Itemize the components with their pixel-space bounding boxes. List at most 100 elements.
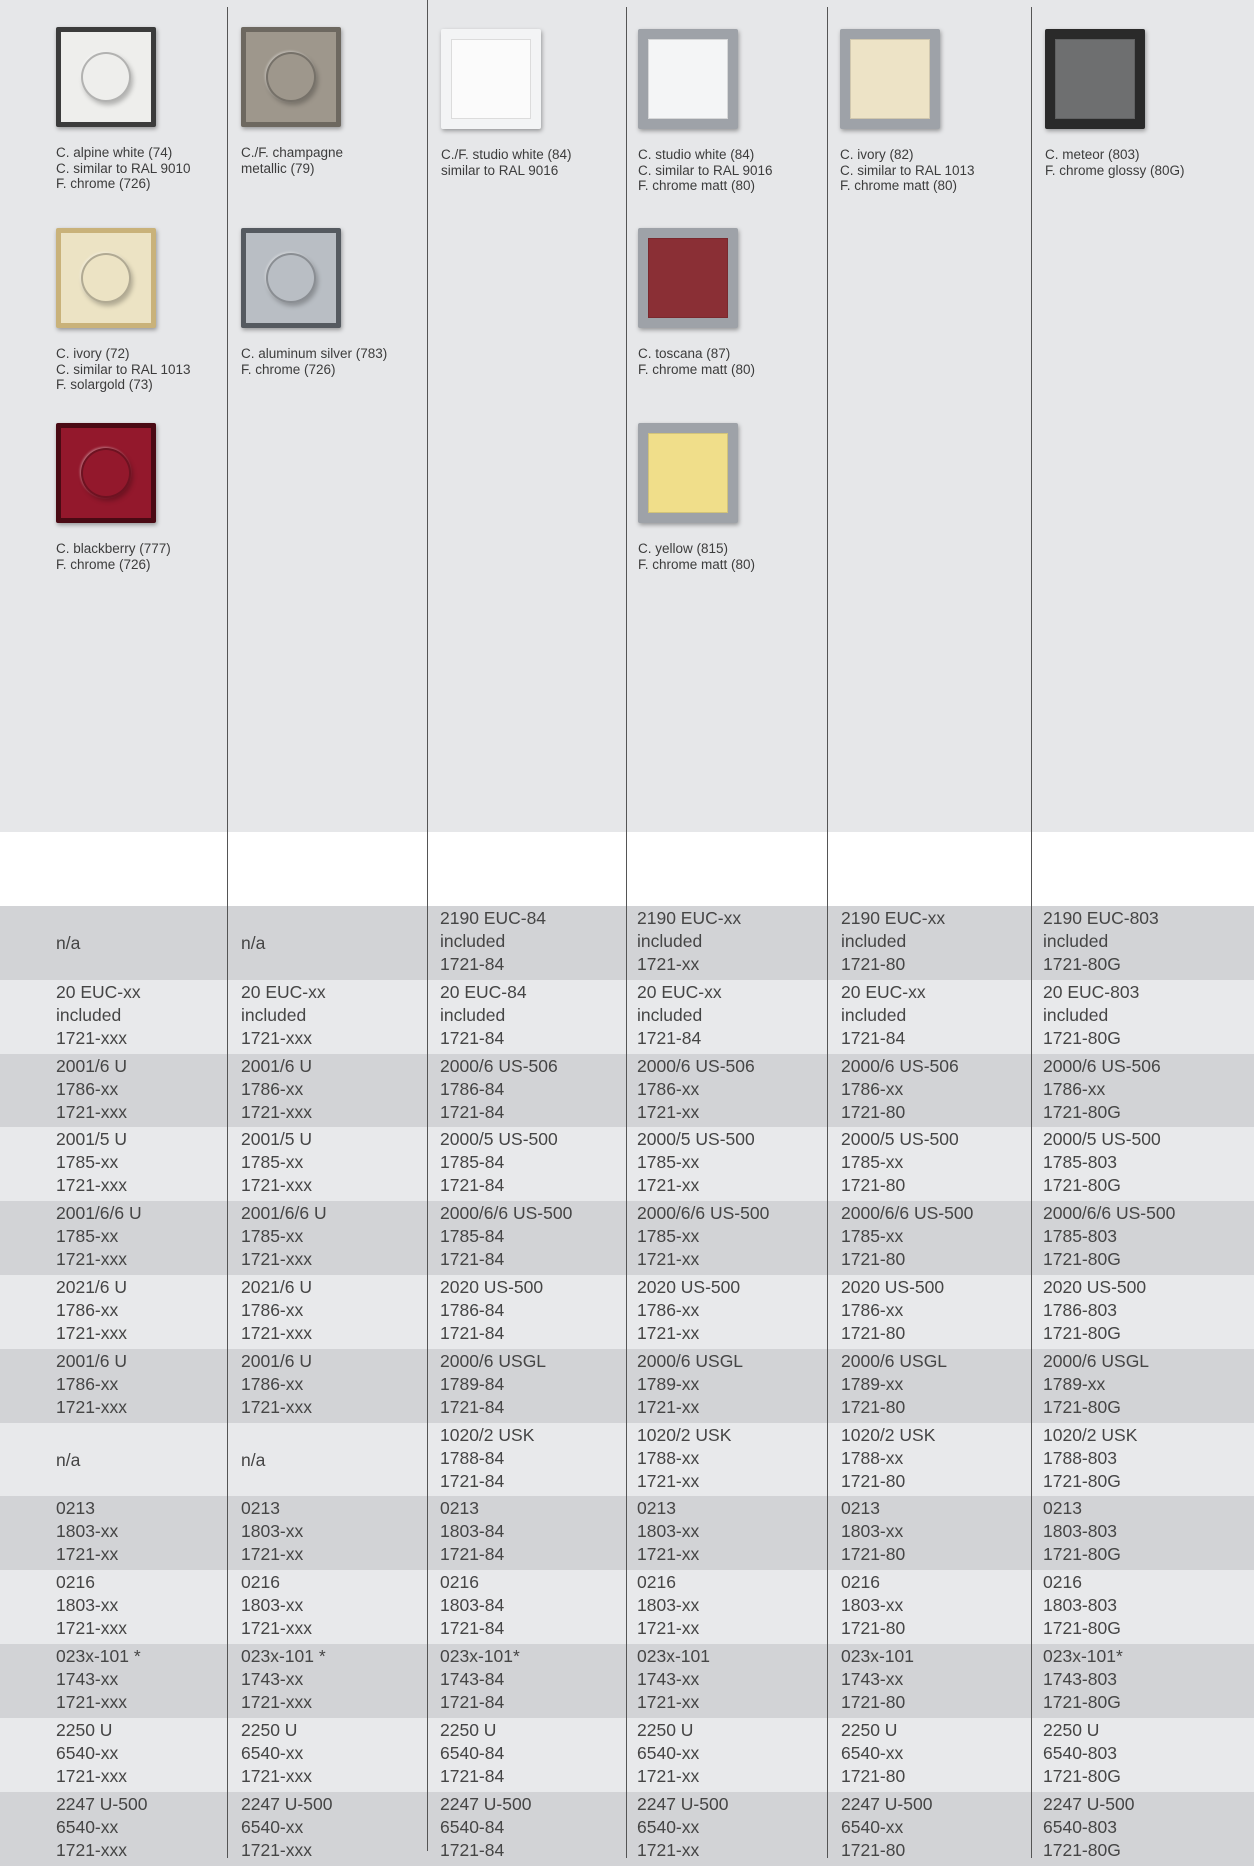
swatch-item: C. ivory (82) C. similar to RAL 1013 F. … — [840, 29, 1030, 194]
table-cell: n/a — [56, 932, 81, 953]
swatch-item: C. alpine white (74) C. similar to RAL 9… — [56, 27, 246, 192]
table-cell: 2190 EUC-803 included 1721-80G — [1043, 908, 1159, 974]
table-cell: 2000/5 US-500 1785-xx 1721-80 — [841, 1129, 959, 1196]
dimmer-knob-icon — [266, 253, 316, 303]
swatch-caption: C. toscana (87) F. chrome matt (80) — [638, 346, 756, 377]
table-cell: 2000/6 USGL 1789-xx 1721-80G — [1043, 1350, 1150, 1417]
swatch-caption: C. ivory (72) C. similar to RAL 1013 F. … — [56, 346, 191, 392]
square-plate-swatch-icon — [638, 29, 738, 129]
table-cell: 2000/6 US-506 1786-xx 1721-xx — [637, 1055, 755, 1122]
column-rule — [827, 7, 828, 1858]
table-cell: 023x-101 1743-xx 1721-xx — [637, 1646, 710, 1712]
table-cell: 2000/6 US-506 1786-84 1721-84 — [440, 1055, 558, 1122]
dimmer-knob-icon — [81, 448, 131, 498]
swatch-caption: C. yellow (815) F. chrome matt (80) — [638, 541, 756, 572]
table-cell: 0216 1803-84 1721-84 — [440, 1572, 505, 1639]
swatch-caption: C. meteor (803) F. chrome glossy (80G) — [1045, 147, 1185, 178]
square-plate-swatch-icon — [638, 423, 738, 523]
table-cell: 0216 1803-xx 1721-xxx — [241, 1572, 313, 1639]
table-cell: 20 EUC-xx included 1721-xxx — [56, 981, 141, 1048]
square-plate-swatch-icon — [840, 29, 940, 129]
table-cell: 20 EUC-84 included 1721-84 — [440, 981, 527, 1048]
table-cell: 2190 EUC-84 included 1721-84 — [440, 908, 547, 974]
table-cell: 2000/6 US-506 1786-xx 1721-80 — [841, 1055, 959, 1122]
table-cell: 2001/6 U 1786-xx 1721-xxx — [241, 1350, 313, 1417]
table-cell: 2190 EUC-xx included 1721-80 — [841, 908, 946, 974]
table-cell: 1020/2 USK 1788-xx 1721-80 — [841, 1424, 936, 1491]
table-cell: 0213 1803-xx 1721-xx — [241, 1498, 304, 1565]
column-rule — [626, 7, 627, 1858]
round-dimmer-swatch-icon — [56, 423, 156, 523]
column-rule — [427, 0, 428, 1851]
table-cell: 2250 U 6540-xx 1721-80 — [841, 1719, 906, 1786]
table-cell: 023x-101 1743-xx 1721-80 — [841, 1646, 914, 1712]
swatch-caption: C. studio white (84) C. similar to RAL 9… — [638, 147, 773, 193]
table-cell: 2000/5 US-500 1785-803 1721-80G — [1043, 1129, 1161, 1196]
table-cell: 20 EUC-xx included 1721-xxx — [241, 981, 326, 1048]
table-cell: 2247 U-500 6540-xx 1721-80 — [841, 1793, 933, 1860]
column-rule — [227, 7, 228, 1858]
swatch-item: C./F. studio white (84) similar to RAL 9… — [441, 29, 631, 178]
table-cell: 20 EUC-xx included 1721-84 — [637, 981, 722, 1048]
table-cell: 2247 U-500 6540-803 1721-80G — [1043, 1793, 1135, 1860]
table-cell: 2250 U 6540-xx 1721-xx — [637, 1719, 700, 1786]
table-cell: 2001/5 U 1785-xx 1721-xxx — [241, 1129, 313, 1196]
table-cell: 023x-101 * 1743-xx 1721-xxx — [241, 1646, 326, 1712]
dimmer-knob-icon — [81, 52, 131, 102]
table-cell: 2247 U-500 6540-xx 1721-xxx — [56, 1793, 148, 1860]
table-cell: 1020/2 USK 1788-803 1721-80G — [1043, 1424, 1138, 1491]
table-cell: 0213 1803-84 1721-84 — [440, 1498, 505, 1565]
table-cell: 2000/6/6 US-500 1785-xx 1721-xx — [637, 1203, 770, 1270]
swatch-caption: C. blackberry (777) F. chrome (726) — [56, 541, 171, 572]
table-cell: 0216 1803-803 1721-80G — [1043, 1572, 1121, 1639]
swatch-caption: C. aluminum silver (783) F. chrome (726) — [241, 346, 388, 377]
table-cell: 2021/6 U 1786-xx 1721-xxx — [241, 1277, 313, 1343]
table-cell: 0213 1803-xx 1721-xx — [637, 1498, 700, 1565]
table-cell: 2000/6 USGL 1789-84 1721-84 — [440, 1350, 547, 1417]
table-cell: 2247 U-500 6540-xx 1721-xx — [637, 1793, 729, 1860]
table-cell: 2247 U-500 6540-84 1721-84 — [440, 1793, 532, 1860]
table-cell: 2001/5 U 1785-xx 1721-xxx — [56, 1129, 128, 1196]
swatch-caption: C./F. studio white (84) similar to RAL 9… — [441, 147, 572, 178]
swatch-caption: C./F. champagne metallic (79) — [241, 145, 344, 176]
table-cell: 0213 1803-xx 1721-xx — [56, 1498, 119, 1565]
table-cell: 2000/6/6 US-500 1785-xx 1721-80 — [841, 1203, 974, 1270]
table-cell: 2247 U-500 6540-xx 1721-xxx — [241, 1793, 333, 1860]
table-cell: 023x-101* 1743-84 1721-84 — [440, 1646, 520, 1712]
table-cell: 0216 1803-xx 1721-xx — [637, 1572, 700, 1639]
table-cell: 2021/6 U 1786-xx 1721-xxx — [56, 1277, 128, 1343]
swatch-caption: C. alpine white (74) C. similar to RAL 9… — [56, 145, 191, 191]
table-cell: 0216 1803-xx 1721-xxx — [56, 1572, 128, 1639]
table-cell: 2020 US-500 1786-84 1721-84 — [440, 1277, 544, 1343]
table-cell: n/a — [241, 932, 266, 953]
table-cell: 2000/6/6 US-500 1785-84 1721-84 — [440, 1203, 573, 1270]
table-cell: 2000/6 US-506 1786-xx 1721-80G — [1043, 1055, 1161, 1122]
table-cell: 0216 1803-xx 1721-80 — [841, 1572, 906, 1639]
table-cell: 023x-101 * 1743-xx 1721-xxx — [56, 1646, 141, 1712]
table-cell: 2250 U 6540-xx 1721-xxx — [241, 1719, 313, 1786]
round-dimmer-swatch-icon — [241, 27, 341, 127]
table-cell: 2001/6 U 1786-xx 1721-xxx — [56, 1055, 128, 1122]
swatch-item: C. meteor (803) F. chrome glossy (80G) — [1045, 29, 1235, 178]
table-cell: 2250 U 6540-xx 1721-xxx — [56, 1719, 128, 1786]
table-cell: 2250 U 6540-803 1721-80G — [1043, 1719, 1121, 1786]
square-plate-swatch-icon — [638, 228, 738, 328]
table-cell: 2000/6 USGL 1789-xx 1721-xx — [637, 1350, 744, 1417]
table-cell: 2020 US-500 1786-xx 1721-80 — [841, 1277, 945, 1343]
table-cell: n/a — [241, 1449, 266, 1470]
table-cell: 2250 U 6540-84 1721-84 — [440, 1719, 505, 1786]
swatch-item: C. blackberry (777) F. chrome (726) — [56, 423, 246, 572]
swatch-item: C. studio white (84) C. similar to RAL 9… — [638, 29, 828, 194]
swatch-item: C. aluminum silver (783) F. chrome (726) — [241, 228, 431, 377]
table-cell: 1020/2 USK 1788-xx 1721-xx — [637, 1424, 732, 1491]
header-spacer-band — [0, 832, 1254, 906]
table-cell: 2001/6 U 1786-xx 1721-xxx — [56, 1350, 128, 1417]
table-cell: 0213 1803-803 1721-80G — [1043, 1498, 1121, 1565]
table-cell: 023x-101* 1743-803 1721-80G — [1043, 1646, 1123, 1712]
table-cell: 20 EUC-xx included 1721-84 — [841, 981, 926, 1048]
round-dimmer-swatch-icon — [241, 228, 341, 328]
table-cell: 2001/6/6 U 1785-xx 1721-xxx — [56, 1203, 142, 1270]
round-dimmer-swatch-icon — [56, 228, 156, 328]
table-cell: 2000/6/6 US-500 1785-803 1721-80G — [1043, 1203, 1176, 1270]
swatch-caption: C. ivory (82) C. similar to RAL 1013 F. … — [840, 147, 975, 193]
